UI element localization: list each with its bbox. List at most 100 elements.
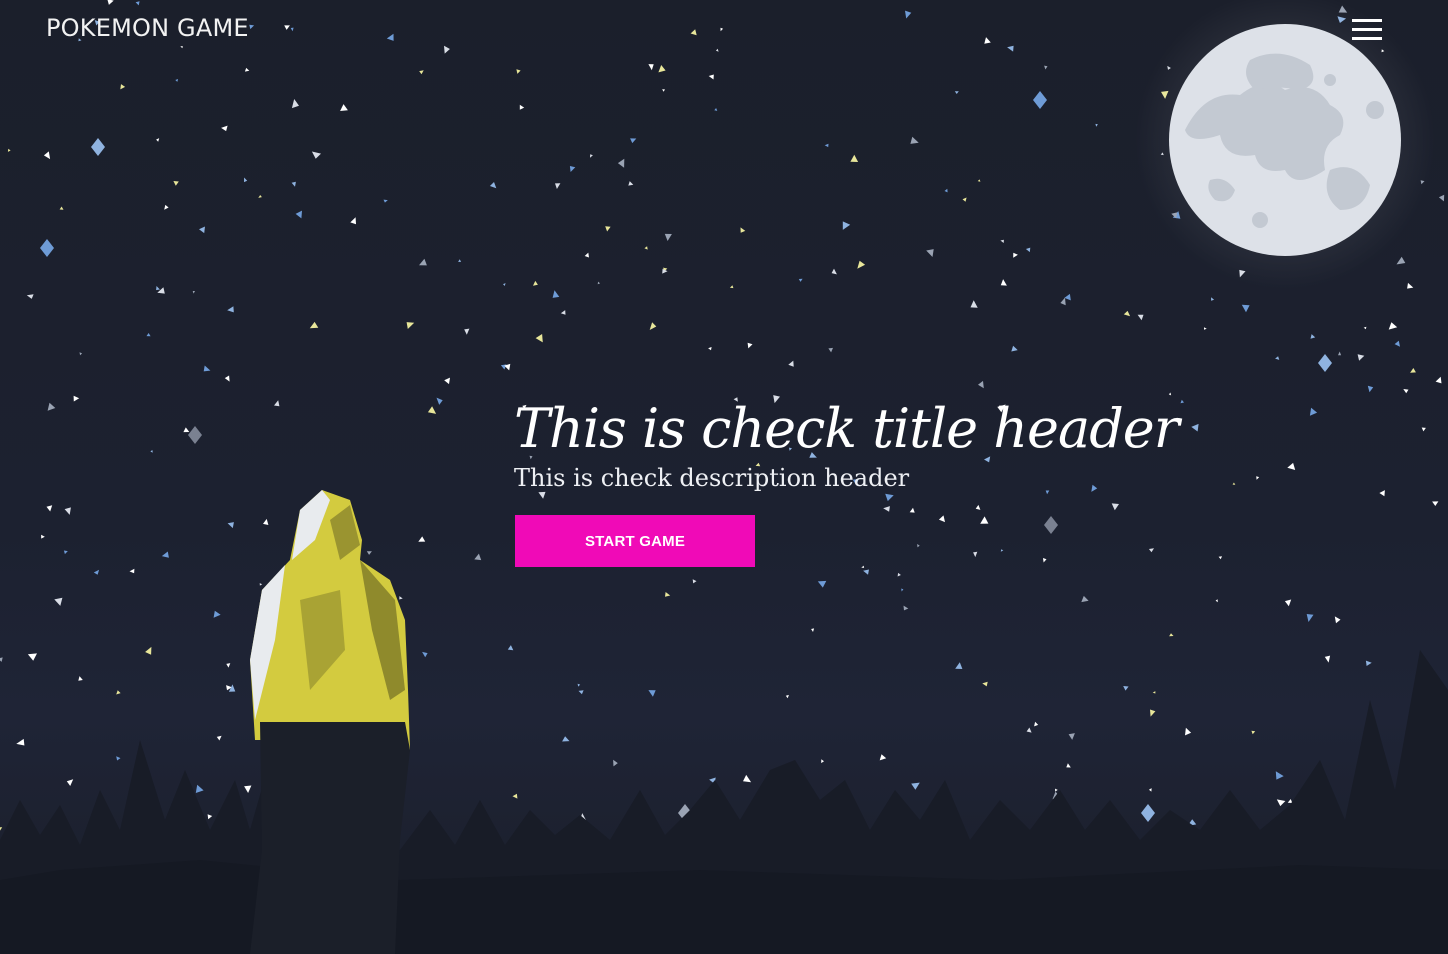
star-particle [747,342,753,349]
star-particle [1007,45,1014,52]
star-particle [560,310,566,315]
menu-line [1352,36,1382,40]
star-particle [406,322,415,329]
star-particle [59,206,64,210]
star-particle [427,406,437,414]
hamburger-menu-icon[interactable] [1348,14,1386,44]
star-particle [1438,194,1445,202]
star-particle [584,252,589,258]
star-particle [1055,788,1058,792]
star-particle [444,45,450,54]
star-particle [7,148,11,152]
star-particle [156,138,160,142]
star-particle [1306,614,1314,622]
star-particle [1357,354,1365,361]
star-particle [552,290,560,298]
hero-title: This is check title header [514,397,1180,460]
star-particle [578,690,584,695]
star-particle [740,227,746,233]
star-particle [180,46,183,49]
star-particle [1066,763,1071,768]
star-particle [156,286,160,291]
star-particle [340,104,348,111]
star-particle [984,37,991,44]
star-particle [662,89,665,92]
star-particle [399,596,403,600]
star-particle [577,683,581,687]
star-particle [1185,727,1192,736]
star-particle [824,143,829,148]
star-particle [883,506,890,512]
star-particle [46,505,53,512]
star-particle [227,306,234,313]
brand-logo[interactable]: POKEMON GAME [46,14,249,42]
star-particle [78,676,83,681]
star-particle [821,759,824,764]
star-particle [1044,65,1048,70]
star-particle [64,507,71,515]
star-particle [850,154,859,162]
star-particle [116,690,121,695]
star-particle [1000,239,1004,243]
star-particle [970,300,978,308]
star-particle [259,583,263,586]
star-particle [474,553,482,561]
star-particle [692,579,697,584]
star-particle [507,645,514,651]
star-particle [1123,310,1131,317]
hero-section: This is check title header This is check… [514,394,1180,567]
star-particle [16,738,25,746]
star-particle [135,1,140,6]
star-particle [977,179,981,182]
star-particle [664,233,672,241]
star-particle [173,181,179,186]
star-particle [444,377,450,385]
star-particle [27,653,37,661]
star-particle [903,605,909,611]
star-particle [1152,691,1156,694]
star-particle [291,99,299,109]
star-particle [436,397,443,405]
star-particle [605,226,611,232]
star-particle [729,285,734,289]
star-particle [216,735,222,741]
star-particle [93,569,100,575]
star-particle [1275,356,1280,360]
star-particle [207,814,213,820]
star-particle [1251,730,1256,735]
star-particle [590,154,593,158]
star-particle [1064,293,1071,301]
star-particle [366,551,372,555]
star-particle [911,782,920,790]
star-particle [290,27,294,32]
star-particle [150,449,153,453]
star-particle [1011,345,1018,352]
star-particle [161,551,169,558]
star-particle [224,375,230,382]
star-particle [842,221,851,230]
star-particle [1334,616,1341,624]
star-particle [107,0,114,5]
star-particle [1309,407,1318,416]
star-particle [1180,399,1184,404]
start-game-button[interactable]: START GAME [515,515,755,567]
star-particle [244,785,252,793]
star-particle [54,597,63,606]
star-particle [1150,709,1156,717]
star-particle [708,74,714,80]
star-particle [1287,799,1293,803]
star-particle [41,534,45,539]
star-particle [418,536,426,542]
star-particle [1068,733,1075,740]
star-particle [164,204,169,210]
pine-trees-icon [0,650,1448,954]
star-particle [828,347,833,353]
star-particle [1241,304,1250,313]
star-particle [982,681,988,687]
star-particle [863,569,869,575]
star-particle [26,294,34,299]
star-particle [569,166,576,172]
star-particle [980,516,989,524]
star-particle [861,565,865,568]
star-particle [944,188,948,193]
